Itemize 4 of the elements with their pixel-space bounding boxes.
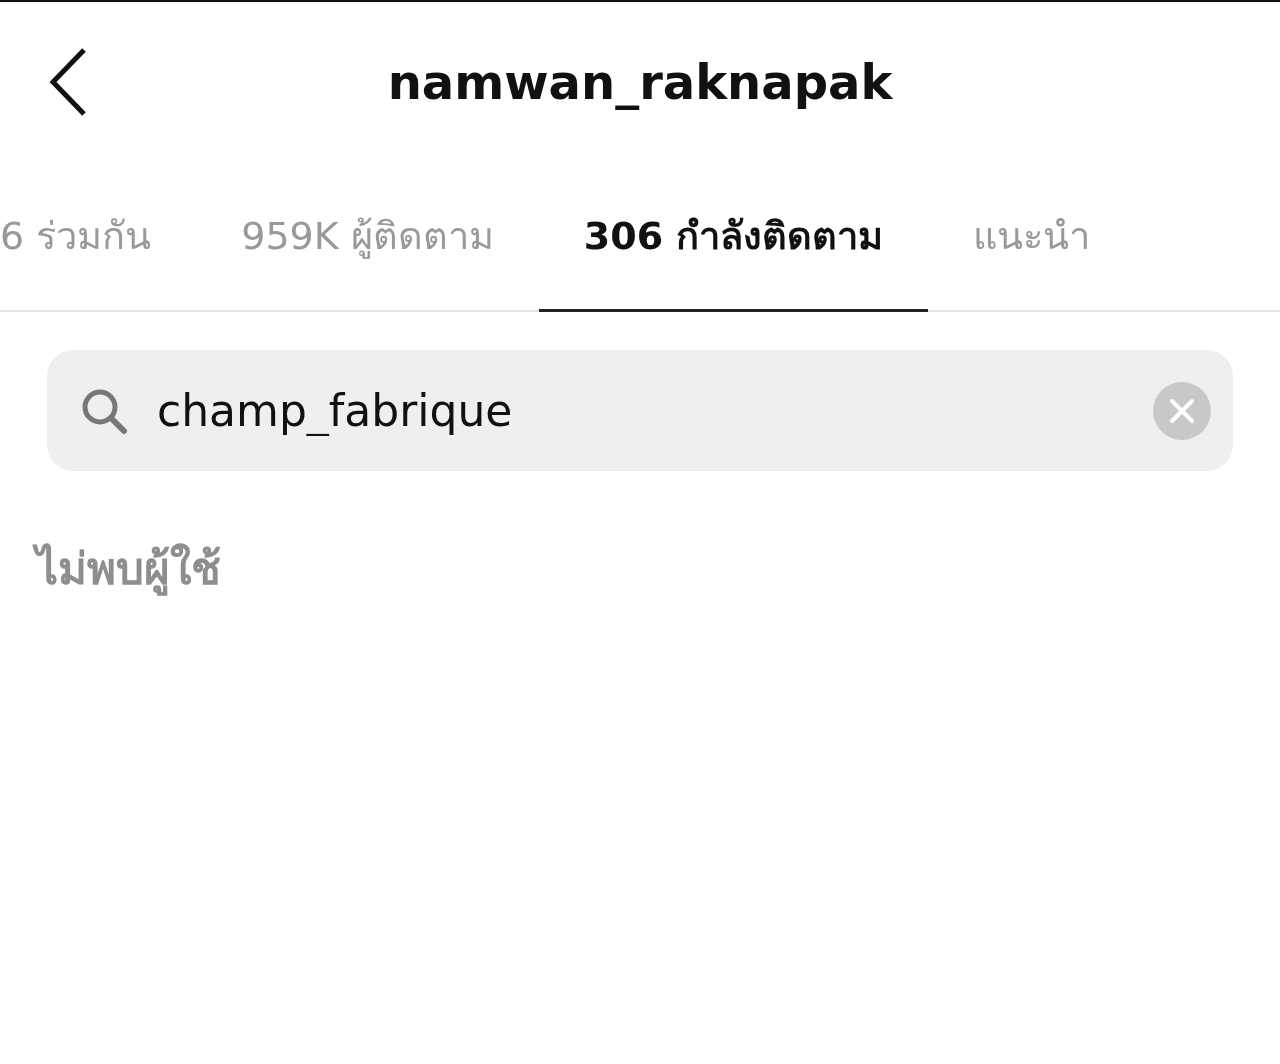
close-icon [1169, 397, 1195, 424]
profile-username: namwan_raknapak [387, 54, 893, 110]
chevron-left-icon [48, 47, 88, 117]
tab[interactable]: 306 กำลังติดตาม [538, 162, 929, 312]
